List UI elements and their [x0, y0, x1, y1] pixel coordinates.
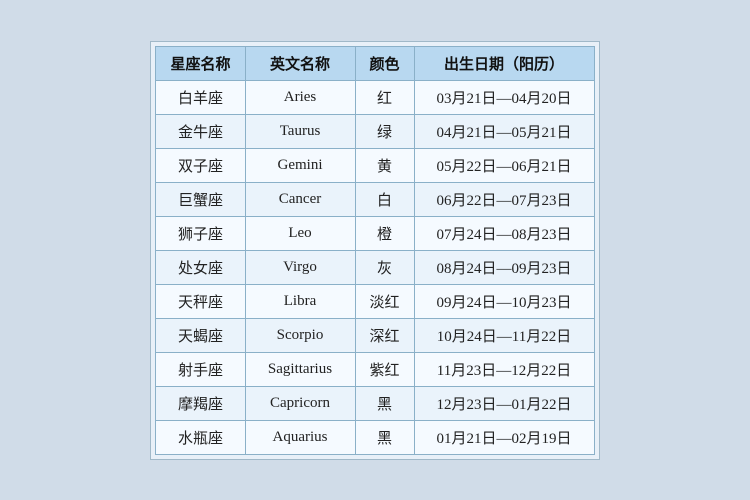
table-row: 金牛座Taurus绿04月21日—05月21日: [156, 114, 594, 148]
cell-zh: 巨蟹座: [156, 182, 245, 216]
cell-zh: 摩羯座: [156, 386, 245, 420]
cell-date: 09月24日—10月23日: [414, 284, 594, 318]
cell-en: Sagittarius: [245, 352, 355, 386]
table-row: 天蝎座Scorpio深红10月24日—11月22日: [156, 318, 594, 352]
header-zh: 星座名称: [156, 46, 245, 80]
cell-color: 黑: [355, 420, 414, 454]
table-row: 狮子座Leo橙07月24日—08月23日: [156, 216, 594, 250]
cell-color: 淡红: [355, 284, 414, 318]
cell-color: 红: [355, 80, 414, 114]
cell-zh: 处女座: [156, 250, 245, 284]
cell-zh: 水瓶座: [156, 420, 245, 454]
cell-date: 11月23日—12月22日: [414, 352, 594, 386]
table-row: 处女座Virgo灰08月24日—09月23日: [156, 250, 594, 284]
cell-en: Leo: [245, 216, 355, 250]
cell-zh: 双子座: [156, 148, 245, 182]
cell-date: 10月24日—11月22日: [414, 318, 594, 352]
cell-en: Libra: [245, 284, 355, 318]
cell-en: Virgo: [245, 250, 355, 284]
zodiac-table-container: 星座名称 英文名称 颜色 出生日期（阳历） 白羊座Aries红03月21日—04…: [150, 41, 599, 460]
cell-date: 01月21日—02月19日: [414, 420, 594, 454]
header-date: 出生日期（阳历）: [414, 46, 594, 80]
cell-zh: 金牛座: [156, 114, 245, 148]
table-row: 摩羯座Capricorn黑12月23日—01月22日: [156, 386, 594, 420]
header-en: 英文名称: [245, 46, 355, 80]
table-row: 巨蟹座Cancer白06月22日—07月23日: [156, 182, 594, 216]
cell-zh: 射手座: [156, 352, 245, 386]
cell-date: 05月22日—06月21日: [414, 148, 594, 182]
cell-color: 紫红: [355, 352, 414, 386]
cell-date: 06月22日—07月23日: [414, 182, 594, 216]
cell-en: Capricorn: [245, 386, 355, 420]
table-header-row: 星座名称 英文名称 颜色 出生日期（阳历）: [156, 46, 594, 80]
cell-color: 黄: [355, 148, 414, 182]
cell-date: 08月24日—09月23日: [414, 250, 594, 284]
cell-color: 灰: [355, 250, 414, 284]
cell-color: 白: [355, 182, 414, 216]
table-row: 射手座Sagittarius紫红11月23日—12月22日: [156, 352, 594, 386]
cell-en: Taurus: [245, 114, 355, 148]
cell-en: Aries: [245, 80, 355, 114]
cell-en: Cancer: [245, 182, 355, 216]
cell-date: 03月21日—04月20日: [414, 80, 594, 114]
cell-color: 橙: [355, 216, 414, 250]
table-row: 天秤座Libra淡红09月24日—10月23日: [156, 284, 594, 318]
cell-date: 12月23日—01月22日: [414, 386, 594, 420]
table-row: 双子座Gemini黄05月22日—06月21日: [156, 148, 594, 182]
cell-color: 绿: [355, 114, 414, 148]
table-row: 白羊座Aries红03月21日—04月20日: [156, 80, 594, 114]
cell-date: 04月21日—05月21日: [414, 114, 594, 148]
cell-date: 07月24日—08月23日: [414, 216, 594, 250]
cell-en: Aquarius: [245, 420, 355, 454]
cell-en: Scorpio: [245, 318, 355, 352]
cell-color: 黑: [355, 386, 414, 420]
zodiac-table: 星座名称 英文名称 颜色 出生日期（阳历） 白羊座Aries红03月21日—04…: [155, 46, 594, 455]
cell-zh: 狮子座: [156, 216, 245, 250]
header-color: 颜色: [355, 46, 414, 80]
cell-en: Gemini: [245, 148, 355, 182]
cell-color: 深红: [355, 318, 414, 352]
cell-zh: 天秤座: [156, 284, 245, 318]
cell-zh: 白羊座: [156, 80, 245, 114]
table-row: 水瓶座Aquarius黑01月21日—02月19日: [156, 420, 594, 454]
cell-zh: 天蝎座: [156, 318, 245, 352]
